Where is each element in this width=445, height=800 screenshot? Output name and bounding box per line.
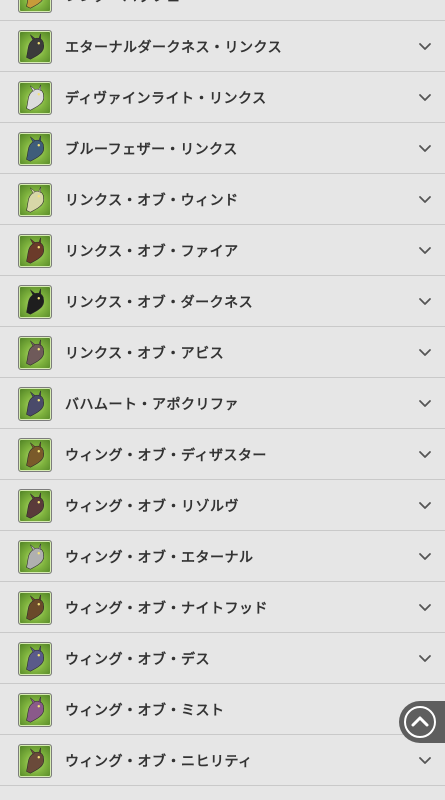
list-item-label: リンクス・オブ・ダークネス (65, 295, 254, 311)
mount-list: レンダーパッフェ エターナルダークネス・リンクス (0, 0, 445, 786)
chevron-down-icon (418, 242, 432, 256)
chevron-down-icon (418, 344, 432, 358)
list-item-label: リンクス・オブ・ウィンド (65, 193, 239, 209)
chevron-down-icon (418, 38, 432, 52)
list-item[interactable]: ウィング・オブ・ディザスター (0, 429, 445, 480)
list-item[interactable]: ウィング・オブ・ナイトフッド (0, 582, 445, 633)
list-item-label: バハムート・アポクリファ (65, 397, 239, 413)
render-buff-action-icon (18, 0, 52, 13)
lynx-of-darkness-icon (18, 285, 52, 319)
list-item-label: ディヴァインライト・リンクス (65, 91, 267, 107)
wing-of-death-icon (18, 642, 52, 676)
list-item[interactable]: ウィング・オブ・ミスト (0, 684, 445, 735)
list-item[interactable]: バハムート・アポクリファ (0, 378, 445, 429)
wing-of-mist-icon (18, 693, 52, 727)
chevron-down-icon (418, 650, 432, 664)
wing-of-disaster-icon (18, 438, 52, 472)
divine-light-lynx-icon (18, 81, 52, 115)
list-item[interactable]: ブルーフェザー・リンクス (0, 123, 445, 174)
list-item[interactable]: エターナルダークネス・リンクス (0, 21, 445, 72)
chevron-down-icon (418, 0, 432, 1)
chevron-down-icon (418, 548, 432, 562)
list-item-label: ウィング・オブ・ミスト (65, 703, 225, 719)
wing-of-knighthood-icon (18, 591, 52, 625)
blue-feather-lynx-icon (18, 132, 52, 166)
lynx-of-wind-icon (18, 183, 52, 217)
list-item[interactable]: リンクス・オブ・ウィンド (0, 174, 445, 225)
list-item[interactable]: リンクス・オブ・ダークネス (0, 276, 445, 327)
list-item-label: リンクス・オブ・ファイア (65, 244, 239, 260)
list-item-label: ウィング・オブ・ディザスター (65, 448, 267, 464)
list-item[interactable]: ディヴァインライト・リンクス (0, 72, 445, 123)
wing-of-nihility-icon (18, 744, 52, 778)
chevron-down-icon (418, 140, 432, 154)
list-item[interactable]: ウィング・オブ・デス (0, 633, 445, 684)
list-item-label: ウィング・オブ・リゾルヴ (65, 499, 239, 515)
list-item[interactable]: ウィング・オブ・リゾルヴ (0, 480, 445, 531)
eternal-darkness-lynx-icon (18, 30, 52, 64)
list-item-label: ブルーフェザー・リンクス (65, 142, 238, 158)
chevron-down-icon (418, 446, 432, 460)
wing-of-resolve-icon (18, 489, 52, 523)
list-item-label: リンクス・オブ・アビス (65, 346, 225, 362)
list-item[interactable]: リンクス・オブ・アビス (0, 327, 445, 378)
chevron-down-icon (418, 752, 432, 766)
list-item-label: ウィング・オブ・ナイトフッド (65, 601, 268, 617)
lynx-of-fire-icon (18, 234, 52, 268)
chevron-down-icon (418, 89, 432, 103)
list-item-label: ウィング・オブ・デス (65, 652, 210, 668)
chevron-down-icon (418, 293, 432, 307)
list-item-label: ウィング・オブ・エターナル (65, 550, 254, 566)
wing-of-eternal-icon (18, 540, 52, 574)
chevron-down-icon (418, 395, 432, 409)
scroll-to-top-icon (404, 706, 436, 738)
list-item-label: ウィング・オブ・ニヒリティ (65, 754, 253, 770)
list-item[interactable]: ウィング・オブ・エターナル (0, 531, 445, 582)
chevron-down-icon (418, 599, 432, 613)
list-item[interactable]: レンダーパッフェ (0, 0, 445, 21)
chevron-down-icon (418, 497, 432, 511)
list-item-label: エターナルダークネス・リンクス (65, 40, 283, 56)
scroll-to-top-button[interactable] (399, 701, 445, 743)
list-item-label: レンダーパッフェ (65, 0, 181, 6)
chevron-down-icon (418, 191, 432, 205)
bahamut-apocrypha-icon (18, 387, 52, 421)
list-item[interactable]: ウィング・オブ・ニヒリティ (0, 735, 445, 786)
list-item[interactable]: リンクス・オブ・ファイア (0, 225, 445, 276)
lynx-of-abyss-icon (18, 336, 52, 370)
